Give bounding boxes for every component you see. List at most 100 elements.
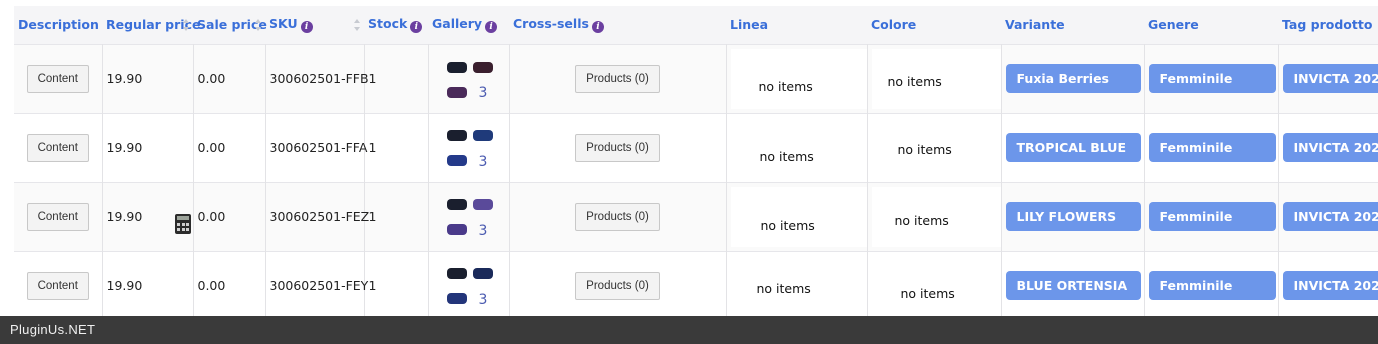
sale-price-cell[interactable]: 0.00 bbox=[192, 44, 265, 113]
gallery-cell[interactable]: 3 bbox=[427, 113, 509, 182]
products-button[interactable]: Products (0) bbox=[575, 133, 660, 162]
col-regular-price[interactable]: Regular price bbox=[102, 6, 200, 44]
products-button[interactable]: Products (0) bbox=[575, 271, 660, 300]
stock-cell[interactable]: 1 bbox=[363, 44, 428, 113]
gallery-count[interactable]: 3 bbox=[479, 292, 488, 308]
genere-tag[interactable]: Femminile bbox=[1148, 133, 1276, 162]
sku-cell[interactable]: 300602501-FEY bbox=[264, 251, 368, 320]
tag-prodotto-tag[interactable]: INVICTA 2025 bbox=[1282, 202, 1378, 231]
sort-icon[interactable] bbox=[255, 18, 261, 31]
tag-prodotto-tag[interactable]: INVICTA 2025 bbox=[1282, 64, 1378, 93]
colore-value: no items bbox=[887, 73, 942, 89]
variante-tag[interactable]: Fuxia Berries bbox=[1005, 64, 1141, 93]
regular-price-cell[interactable]: 19.90 bbox=[101, 44, 193, 113]
info-icon[interactable]: i bbox=[410, 21, 423, 34]
linea-value: no items bbox=[759, 148, 814, 164]
products-button[interactable]: Products (0) bbox=[575, 64, 660, 93]
gallery-cell[interactable]: 3 bbox=[427, 44, 509, 113]
tag-prodotto-cell[interactable]: INVICTA 2025 bbox=[1277, 44, 1378, 113]
genere-cell[interactable]: Femminile bbox=[1143, 182, 1278, 251]
sort-icon[interactable] bbox=[354, 18, 360, 31]
col-sku[interactable]: SKU i bbox=[265, 6, 364, 44]
regular-price-cell[interactable]: 19.90 bbox=[101, 113, 193, 182]
variante-cell[interactable]: BLUE ORTENSIA bbox=[1000, 251, 1144, 320]
variante-cell[interactable]: TROPICAL BLUE bbox=[1000, 113, 1144, 182]
tag-prodotto-cell[interactable]: INVICTA 2025 bbox=[1277, 251, 1378, 320]
variante-cell[interactable]: Fuxia Berries bbox=[1000, 44, 1144, 113]
col-variante[interactable]: Variante bbox=[1001, 6, 1144, 44]
genere-cell[interactable]: Femminile bbox=[1143, 113, 1278, 182]
gallery-count[interactable]: 3 bbox=[479, 223, 488, 239]
genere-cell[interactable]: Femminile bbox=[1143, 251, 1278, 320]
linea-cell[interactable]: no items bbox=[725, 44, 867, 113]
stock-cell[interactable]: 1 bbox=[363, 113, 428, 182]
regular-price-cell[interactable]: 19.90 bbox=[101, 251, 193, 320]
colore-cell[interactable]: no items bbox=[866, 113, 1001, 182]
content-button[interactable]: Content bbox=[26, 271, 89, 300]
sku-cell[interactable]: 300602501-FFA bbox=[264, 113, 367, 182]
sale-price-cell[interactable]: 0.00 bbox=[192, 251, 265, 320]
sort-icon[interactable] bbox=[183, 18, 189, 31]
product-thumbnail[interactable] bbox=[446, 129, 467, 141]
product-thumbnail[interactable] bbox=[446, 223, 467, 235]
products-button[interactable]: Products (0) bbox=[575, 202, 660, 231]
sale-price-cell[interactable]: 0.00 bbox=[192, 182, 265, 251]
info-icon[interactable]: i bbox=[591, 21, 604, 34]
genere-cell[interactable]: Femminile bbox=[1143, 44, 1278, 113]
colore-cell[interactable]: no items bbox=[866, 182, 1001, 251]
product-thumbnail[interactable] bbox=[472, 267, 493, 279]
gallery-cell[interactable]: 3 bbox=[427, 251, 509, 320]
col-sale-price[interactable]: Sale price bbox=[193, 6, 267, 44]
linea-cell[interactable]: no items bbox=[725, 251, 867, 320]
gallery-count[interactable]: 3 bbox=[479, 154, 488, 170]
variante-tag[interactable]: BLUE ORTENSIA bbox=[1005, 271, 1141, 301]
product-thumbnail[interactable] bbox=[446, 61, 467, 73]
cross-sells-cell: Products (0) bbox=[508, 182, 726, 251]
variante-cell[interactable]: LILY FLOWERS bbox=[1000, 182, 1144, 251]
genere-tag[interactable]: Femminile bbox=[1148, 271, 1276, 301]
genere-tag[interactable]: Femminile bbox=[1148, 64, 1276, 93]
col-gallery[interactable]: Gallery i bbox=[428, 6, 509, 44]
tag-prodotto-cell[interactable]: INVICTA 2025 bbox=[1277, 182, 1378, 251]
linea-value: no items bbox=[758, 78, 813, 94]
colore-cell[interactable]: no items bbox=[866, 44, 1001, 113]
info-icon[interactable]: i bbox=[485, 21, 498, 34]
product-thumbnail[interactable] bbox=[472, 61, 493, 73]
tag-prodotto-cell[interactable]: INVICTA 2025 bbox=[1277, 113, 1378, 182]
col-linea[interactable]: Linea bbox=[726, 6, 867, 44]
product-thumbnail[interactable] bbox=[446, 154, 467, 166]
col-genere[interactable]: Genere bbox=[1144, 6, 1278, 44]
content-button[interactable]: Content bbox=[26, 64, 89, 93]
tag-prodotto-tag[interactable]: INVICTA 2025 bbox=[1282, 271, 1378, 301]
sale-price-cell[interactable]: 0.00 bbox=[192, 113, 265, 182]
product-thumbnail[interactable] bbox=[472, 129, 493, 141]
content-button[interactable]: Content bbox=[26, 133, 89, 162]
product-thumbnail[interactable] bbox=[446, 198, 467, 210]
col-tag-prodotto[interactable]: Tag prodotto bbox=[1278, 6, 1378, 44]
col-colore[interactable]: Colore bbox=[867, 6, 1001, 44]
gallery-cell[interactable]: 3 bbox=[427, 182, 509, 251]
col-description[interactable]: Description bbox=[14, 6, 102, 44]
genere-tag[interactable]: Femminile bbox=[1148, 202, 1276, 231]
products-table-view: Description Regular price Sale price SKU… bbox=[0, 0, 1378, 344]
calculator-icon[interactable] bbox=[175, 214, 191, 234]
variante-tag[interactable]: LILY FLOWERS bbox=[1005, 202, 1141, 231]
product-thumbnail[interactable] bbox=[472, 198, 493, 210]
tag-prodotto-tag[interactable]: INVICTA 2025 bbox=[1282, 133, 1378, 162]
product-thumbnail[interactable] bbox=[446, 267, 467, 279]
sku-cell[interactable]: 300602501-FEZ bbox=[264, 182, 369, 251]
gallery-count[interactable]: 3 bbox=[479, 85, 488, 101]
variante-tag[interactable]: TROPICAL BLUE bbox=[1005, 133, 1141, 162]
stock-cell[interactable]: 1 bbox=[363, 182, 428, 251]
colore-cell[interactable]: no items bbox=[866, 251, 1001, 320]
col-cross-sells[interactable]: Cross-sells i bbox=[509, 6, 726, 44]
product-thumbnail[interactable] bbox=[446, 86, 467, 98]
linea-cell[interactable]: no items bbox=[725, 113, 867, 182]
col-stock[interactable]: Stock i bbox=[364, 6, 428, 44]
stock-cell[interactable]: 1 bbox=[363, 251, 428, 320]
info-icon[interactable]: i bbox=[300, 21, 313, 34]
linea-cell[interactable]: no items bbox=[725, 182, 867, 251]
sku-cell[interactable]: 300602501-FFB bbox=[264, 44, 369, 113]
product-thumbnail[interactable] bbox=[446, 292, 467, 304]
content-button[interactable]: Content bbox=[26, 202, 89, 231]
